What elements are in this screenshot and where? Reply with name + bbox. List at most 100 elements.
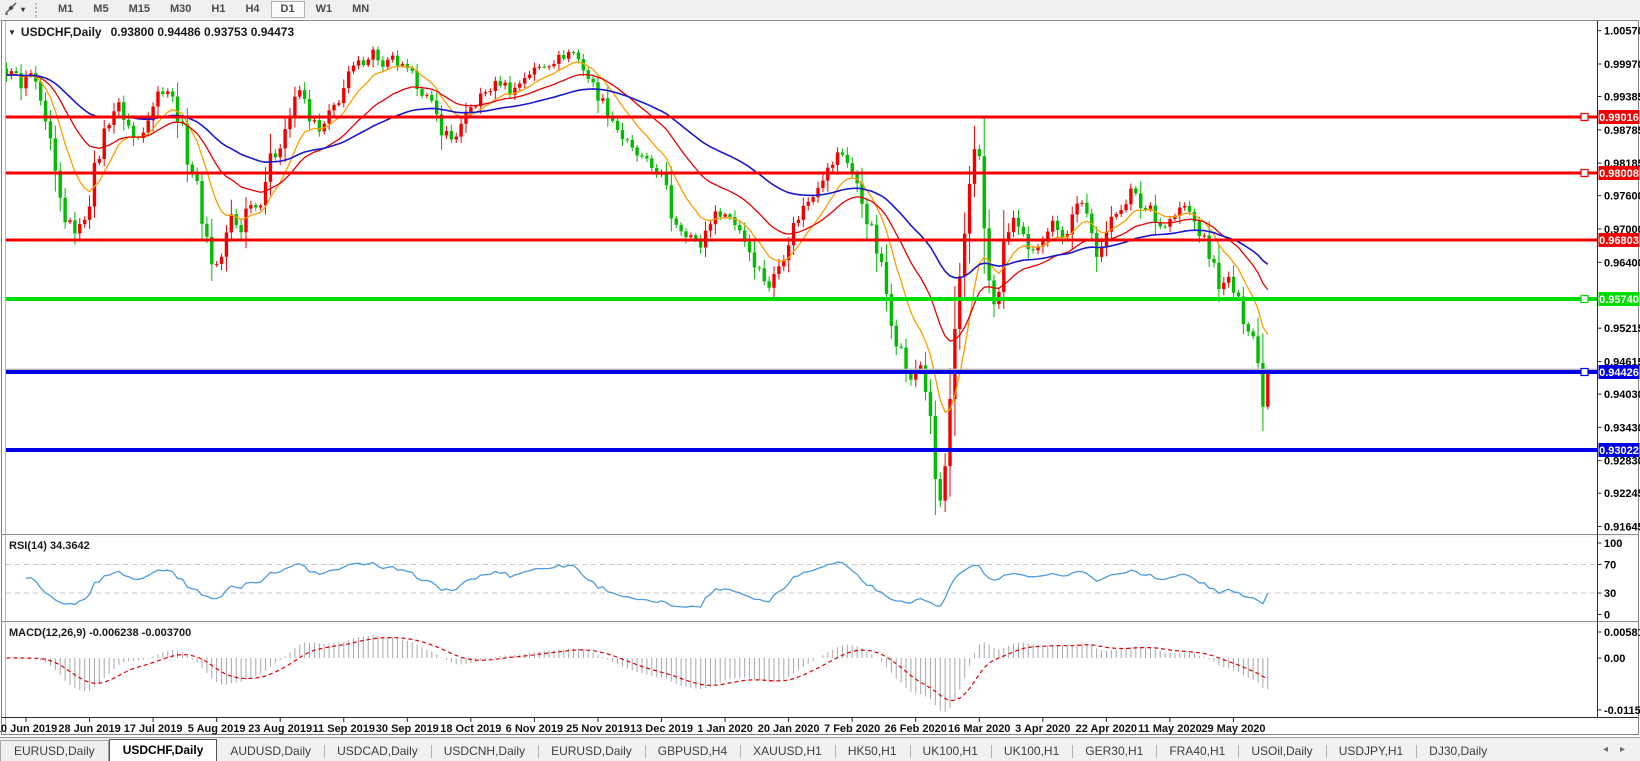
price-badge-0.95740: 0.95740 [1599,292,1640,306]
svg-text:100: 100 [1604,538,1622,550]
svg-text:0.99970: 0.99970 [1604,59,1640,71]
crosshair-tool-button[interactable]: ▾ [0,1,29,18]
svg-text:0.98785: 0.98785 [1604,125,1640,137]
chart-tab-usoil-daily[interactable]: USOil,Daily [1238,742,1325,761]
svg-text:11 Sep 2019: 11 Sep 2019 [313,723,375,735]
svg-text:0.94426: 0.94426 [1599,367,1639,379]
svg-text:0.005818: 0.005818 [1604,627,1640,639]
svg-text:0.97600: 0.97600 [1604,191,1640,203]
chart-tab-bar: EURUSD,DailyUSDCHF,DailyAUDUSD,DailyUSDC… [0,737,1640,761]
chart-tab-eurusd-daily[interactable]: EURUSD,Daily [538,742,645,761]
timeframe-button-h1[interactable]: H1 [202,1,234,17]
ma-fast-line [6,62,1267,412]
chart-tab-usdjpy-h1[interactable]: USDJPY,H1 [1326,742,1416,761]
svg-text:23 Aug 2019: 23 Aug 2019 [248,723,312,735]
svg-text:11 May 2020: 11 May 2020 [1138,723,1202,735]
rsi-indicator-label: RSI(14) 34.3642 [9,540,90,552]
timeframe-button-w1[interactable]: W1 [307,1,342,17]
timeframe-button-m15[interactable]: M15 [120,1,159,17]
svg-text:70: 70 [1604,559,1616,571]
line-handle-0.99016[interactable] [1581,114,1588,121]
chart-tab-eurusd-daily[interactable]: EURUSD,Daily [0,740,109,761]
svg-text:0.91645: 0.91645 [1604,522,1640,534]
timeframe-button-m1[interactable]: M1 [49,1,82,17]
rsi-axis-labels: 100 70 30 0 [1598,538,1623,622]
price-badge-0.94426: 0.94426 [1599,365,1640,379]
chart-canvas[interactable]: 1.005700.999700.993850.987850.981850.976… [0,20,1640,736]
svg-text:0.96803: 0.96803 [1599,235,1639,247]
macd-histogram [6,635,1267,712]
chart-window-border [2,21,1639,735]
svg-text:0.93022: 0.93022 [1599,445,1639,457]
svg-text:1.00570: 1.00570 [1604,26,1640,38]
svg-text:20 Jan 2020: 20 Jan 2020 [758,723,820,735]
line-handle-0.98008[interactable] [1581,170,1588,177]
price-badge-0.93022: 0.93022 [1599,443,1640,457]
chart-tab-uk100-h1[interactable]: UK100,H1 [991,742,1072,761]
svg-text:0.95215: 0.95215 [1604,323,1640,335]
chart-tab-dj30-daily[interactable]: DJ30,Daily [1416,742,1500,761]
timeframe-button-group: M1M5M15M30H1H4D1W1MN [48,1,379,18]
svg-text:0.98008: 0.98008 [1599,168,1639,180]
chevron-down-icon: ▾ [21,5,25,14]
timeframe-button-h4[interactable]: H4 [236,1,268,17]
price-axis-labels: 1.005700.999700.993850.987850.981850.976… [1598,26,1640,534]
svg-text:29 May 2020: 29 May 2020 [1201,723,1265,735]
toolbar-grip [35,3,40,17]
svg-text:0: 0 [1604,610,1610,622]
top-toolbar: ▾ M1M5M15M30H1H4D1W1MN [0,0,1640,19]
svg-text:17 Jul 2019: 17 Jul 2019 [124,723,183,735]
chart-tab-hk50-h1[interactable]: HK50,H1 [835,742,910,761]
svg-text:0.92830: 0.92830 [1604,456,1640,468]
tab-scroll-right-icon[interactable]: ▸ [1620,744,1625,755]
svg-text:0.95740: 0.95740 [1599,294,1639,306]
chart-tab-usdcad-daily[interactable]: USDCAD,Daily [324,742,431,761]
timeframe-button-m30[interactable]: M30 [161,1,200,17]
chart-tab-gbpusd-h4[interactable]: GBPUSD,H4 [645,742,740,761]
price-badge-0.96803: 0.96803 [1599,233,1640,247]
svg-text:7 Feb 2020: 7 Feb 2020 [824,723,880,735]
chart-tab-uk100-h1[interactable]: UK100,H1 [910,742,991,761]
svg-text:3 Apr 2020: 3 Apr 2020 [1015,723,1070,735]
svg-text:0.99016: 0.99016 [1599,112,1639,124]
svg-text:0.94030: 0.94030 [1604,389,1640,401]
timeframe-button-m5[interactable]: M5 [84,1,117,17]
chart-tab-fra40-h1[interactable]: FRA40,H1 [1156,742,1238,761]
tab-scroll-left-icon[interactable]: ◂ [1603,744,1608,755]
chart-title: ▼ USDCHF,Daily 0.93800 0.94486 0.93753 0.9… [8,25,294,39]
price-badge-0.99016: 0.99016 [1599,110,1640,124]
rsi-line [26,562,1268,607]
timeframe-button-mn[interactable]: MN [343,1,378,17]
svg-text:6 Nov 2019: 6 Nov 2019 [506,723,563,735]
svg-text:26 Feb 2020: 26 Feb 2020 [885,723,947,735]
svg-text:18 Oct 2019: 18 Oct 2019 [440,723,501,735]
line-handle-0.95740[interactable] [1581,296,1588,303]
timeframe-button-d1[interactable]: D1 [271,1,305,18]
svg-text:16 Mar 2020: 16 Mar 2020 [948,723,1010,735]
svg-text:30: 30 [1604,588,1616,600]
svg-text:0.00: 0.00 [1604,653,1625,665]
macd-indicator-label: MACD(12,26,9) -0.006238 -0.003700 [9,627,191,639]
chart-symbol-label: USDCHF,Daily [21,25,102,39]
macd-axis-labels: 0.005818 0.00 -0.011514 [1598,627,1640,717]
svg-text:13 Dec 2019: 13 Dec 2019 [630,723,693,735]
chart-tab-ger30-h1[interactable]: GER30,H1 [1072,742,1156,761]
chart-tab-xauusd-h1[interactable]: XAUUSD,H1 [740,742,835,761]
svg-text:30 Sep 2019: 30 Sep 2019 [376,723,439,735]
svg-text:0.96400: 0.96400 [1604,257,1640,269]
time-axis-labels: 10 Jun 201928 Jun 2019 17 Jul 2019 5 Aug 2… [0,718,1266,736]
price-badge-0.98008: 0.98008 [1599,166,1640,180]
chart-collapse-icon[interactable]: ▼ [8,28,16,37]
svg-text:-0.011514: -0.011514 [1604,705,1640,717]
tab-scroll-arrows: ◂▸ [1588,738,1640,761]
svg-text:1 Jan 2020: 1 Jan 2020 [697,723,753,735]
svg-text:10 Jun 2019: 10 Jun 2019 [0,723,57,735]
chart-ohlc-values: 0.93800 0.94486 0.93753 0.94473 [111,25,295,39]
chart-tab-usdcnh-daily[interactable]: USDCNH,Daily [431,742,538,761]
svg-text:0.92245: 0.92245 [1604,488,1640,500]
line-handle-0.94426[interactable] [1581,369,1588,376]
svg-text:5 Aug 2019: 5 Aug 2019 [188,723,246,735]
svg-text:28 Jun 2019: 28 Jun 2019 [58,723,120,735]
chart-tab-usdchf-daily[interactable]: USDCHF,Daily [109,739,218,761]
chart-tab-audusd-daily[interactable]: AUDUSD,Daily [217,742,324,761]
